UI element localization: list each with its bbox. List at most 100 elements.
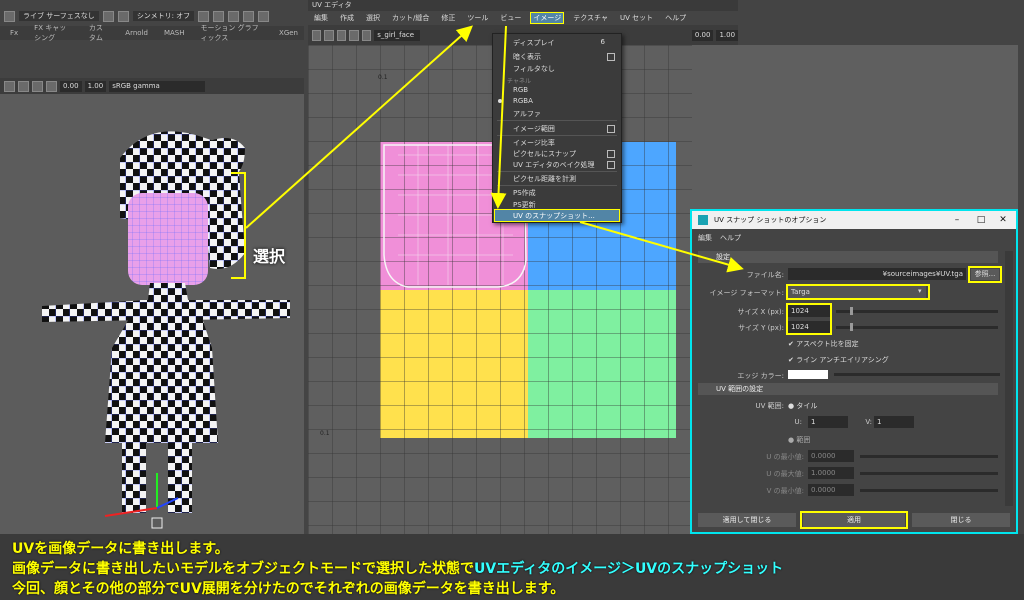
dialog-scrollbar[interactable] <box>1005 251 1013 506</box>
tool-icon[interactable] <box>102 10 114 22</box>
bake-checkbox[interactable] <box>607 161 615 169</box>
menu-bake[interactable]: UV エディタのベイク処理 <box>513 160 595 170</box>
menu-rgba[interactable]: RGBA <box>513 97 533 105</box>
size-x-slider[interactable] <box>836 310 998 313</box>
keep-aspect-checkbox[interactable]: ✔ アスペクト比を固定 <box>788 339 859 349</box>
camera-icon[interactable] <box>4 80 15 92</box>
render-icon[interactable] <box>228 10 240 22</box>
shelf-tab[interactable]: XGen <box>273 29 304 37</box>
tool-icon[interactable] <box>4 10 15 22</box>
image-menu-dropdown: ディスプレイ 6 暗く表示 フィルタなし チャネル RGB RGBA アルファ … <box>492 33 622 223</box>
value-field-a[interactable]: 0.00 <box>691 29 714 41</box>
shelf-tab[interactable]: Fx <box>4 29 24 37</box>
menu-display[interactable]: ディスプレイ <box>513 38 555 48</box>
image-range-checkbox[interactable] <box>607 125 615 133</box>
menu-no-filter[interactable]: フィルタなし <box>513 64 555 74</box>
uv-editor-title: UV エディタ <box>308 0 738 11</box>
menu-pixel-distance[interactable]: ピクセル距離を計測 <box>513 174 576 184</box>
menu-help[interactable]: ヘルプ <box>663 13 688 23</box>
shelf-tab[interactable]: Arnold <box>119 29 154 37</box>
pixel-snap-checkbox[interactable] <box>607 150 615 158</box>
tile-radio[interactable]: ● タイル <box>788 401 817 411</box>
size-x-slider-handle[interactable] <box>850 307 853 315</box>
shelf-tab[interactable]: カスタム <box>83 23 115 43</box>
menu-view[interactable]: ビュー <box>498 13 523 23</box>
v-min-input[interactable]: 0.0000 <box>808 484 854 496</box>
u-min-input[interactable]: 0.0000 <box>808 450 854 462</box>
menu-rgb[interactable]: RGB <box>513 86 528 94</box>
menu-modify[interactable]: 修正 <box>439 13 457 23</box>
grid-icon[interactable] <box>18 80 29 92</box>
render-icon[interactable] <box>258 10 270 22</box>
render-icon[interactable] <box>243 10 255 22</box>
menu-select[interactable]: 選択 <box>364 13 382 23</box>
menu-ps-update[interactable]: PS更新 <box>513 200 536 210</box>
edge-color-swatch[interactable] <box>788 370 828 379</box>
antialias-checkbox[interactable]: ✔ ライン アンチエイリアシング <box>788 355 889 365</box>
render-icon[interactable] <box>213 10 225 22</box>
colorspace-dropdown[interactable]: sRGB gamma <box>109 80 206 92</box>
caption-line-2: 画像データに書き出したいモデルをオブジェクトモードで選択した状態でUVエディタの… <box>12 558 783 578</box>
u-min-slider[interactable] <box>860 455 998 458</box>
shelf-tab[interactable]: FX キャッシング <box>28 23 79 43</box>
exposure-field[interactable]: 0.00 <box>60 80 82 92</box>
value-field-b[interactable]: 1.00 <box>716 29 739 41</box>
menu-uv-snapshot[interactable]: UV のスナップショット... <box>513 211 595 221</box>
uv-range-section-header[interactable]: UV 範囲の設定 <box>698 383 998 395</box>
tool-icon[interactable] <box>117 10 129 22</box>
shelf-tab[interactable]: モーション グラフィックス <box>194 23 269 43</box>
size-y-slider[interactable] <box>836 326 998 329</box>
size-x-label: サイズ X (px): <box>737 308 784 316</box>
range-radio[interactable]: ● 範囲 <box>788 435 810 445</box>
v-min-slider[interactable] <box>860 489 998 492</box>
close-button[interactable]: 閉じる <box>912 513 1010 527</box>
dialog-menu-edit[interactable]: 編集 <box>698 233 712 243</box>
darken-checkbox[interactable] <box>607 53 615 61</box>
minimize-icon[interactable]: – <box>946 211 968 229</box>
menu-cut-sew[interactable]: カット/縫合 <box>390 13 431 23</box>
filename-input[interactable]: ¥sourceimages¥UV.tga <box>788 268 966 280</box>
grid-icon[interactable] <box>312 29 322 41</box>
render-icon[interactable] <box>198 10 210 22</box>
menu-create[interactable]: 作成 <box>338 13 356 23</box>
u-max-input[interactable]: 1.0000 <box>808 467 854 479</box>
menu-edit[interactable]: 編集 <box>312 13 330 23</box>
uv-range-label: UV 範囲: <box>755 402 785 410</box>
display-icon[interactable] <box>336 29 347 41</box>
menu-image-ratio[interactable]: イメージ比率 <box>513 138 555 148</box>
edge-color-slider[interactable] <box>834 373 1000 376</box>
shelf-tab[interactable]: MASH <box>158 29 191 37</box>
snap-icon[interactable] <box>349 29 359 41</box>
menu-tools[interactable]: ツール <box>465 13 490 23</box>
texture-dropdown[interactable]: s_girl_face <box>374 29 420 41</box>
uv-snapshot-highlight[interactable]: UV のスナップショット... <box>494 209 620 222</box>
checker-icon[interactable] <box>324 29 334 41</box>
apply-button[interactable]: 適用 <box>803 513 905 527</box>
v-input[interactable]: 1 <box>874 416 914 428</box>
grid-icon[interactable] <box>361 29 372 41</box>
settings-section-header[interactable]: 設定 <box>698 251 998 263</box>
shading-dropdown[interactable]: ライブ サーフェスなし <box>19 11 99 21</box>
menu-pixel-snap[interactable]: ピクセルにスナップ <box>513 149 576 159</box>
browse-button[interactable]: 参照... <box>971 269 999 280</box>
menu-ps-create[interactable]: PS作成 <box>513 188 536 198</box>
u-min-label: U の最小値: <box>766 453 804 461</box>
3d-viewport[interactable] <box>0 78 304 534</box>
size-y-slider-handle[interactable] <box>850 323 853 331</box>
menu-image-range[interactable]: イメージ範囲 <box>513 124 555 134</box>
dialog-menu-help[interactable]: ヘルプ <box>720 233 741 243</box>
menu-alpha[interactable]: アルファ <box>513 109 541 119</box>
wireframe-icon[interactable] <box>32 80 43 92</box>
v-min-label: V の最小値: <box>766 487 804 495</box>
shaded-icon[interactable] <box>46 80 57 92</box>
maximize-icon[interactable]: □ <box>970 211 992 229</box>
menu-texture[interactable]: テクスチャ <box>571 13 610 23</box>
menu-image[interactable]: イメージ <box>530 12 565 24</box>
close-icon[interactable]: ✕ <box>992 211 1014 229</box>
menu-uv-set[interactable]: UV セット <box>618 13 655 23</box>
menu-darken[interactable]: 暗く表示 <box>513 52 541 62</box>
symmetry-dropdown[interactable]: シンメトリ: オフ <box>132 11 195 21</box>
gamma-field[interactable]: 1.00 <box>84 80 107 92</box>
u-max-slider[interactable] <box>860 472 998 475</box>
apply-close-button[interactable]: 適用して閉じる <box>698 513 796 527</box>
